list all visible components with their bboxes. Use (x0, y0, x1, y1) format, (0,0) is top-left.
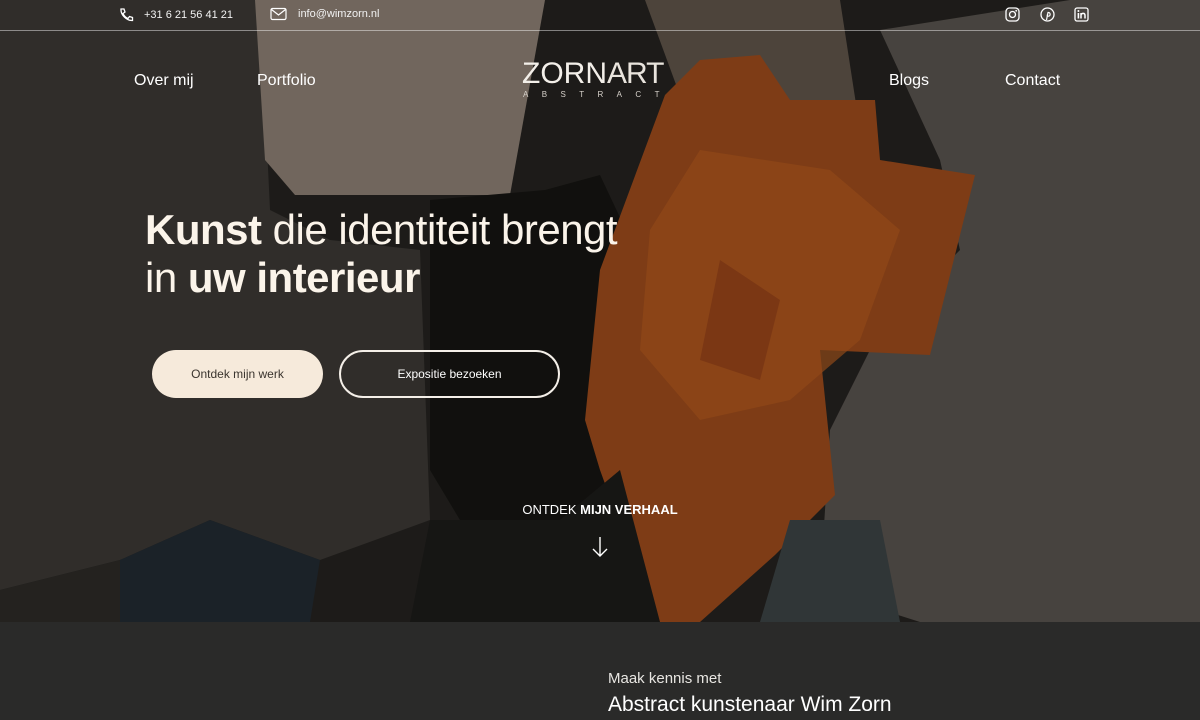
site-logo[interactable]: ZORNART ABSTRACT (522, 57, 682, 100)
instagram-icon[interactable] (1005, 7, 1020, 22)
linkedin-icon[interactable] (1074, 7, 1089, 22)
intro-section: Maak kennis met Abstract kunstenaar Wim … (608, 670, 892, 717)
arrow-down-icon[interactable] (590, 536, 610, 558)
logo-subtitle: ABSTRACT (523, 90, 673, 99)
email-link[interactable]: info@wimzorn.nl (270, 7, 379, 21)
nav-blogs[interactable]: Blogs (889, 72, 929, 90)
headline-bold-interieur: uw interieur (187, 254, 421, 301)
intro-kicker: Maak kennis met (608, 670, 722, 687)
headline-bold-kunst: Kunst (145, 206, 262, 253)
nav-portfolio[interactable]: Portfolio (257, 72, 316, 90)
intro-title: Abstract kunstenaar Wim Zorn (608, 693, 892, 716)
discover-light-text: ONTDEK (522, 502, 577, 517)
discover-work-button[interactable]: Ontdek mijn werk (152, 350, 323, 398)
pinterest-icon[interactable] (1040, 7, 1055, 22)
nav-over-mij[interactable]: Over mij (134, 72, 194, 90)
envelope-icon (270, 7, 287, 21)
discover-bold-text: MIJN VERHAAL (580, 502, 678, 517)
headline-line1-rest: die identiteit brengt (272, 206, 618, 253)
hero-headline: Kunst die identiteit brengt in uw interi… (145, 206, 618, 302)
logo-bold-text: ZORN (522, 57, 607, 90)
visit-exhibition-button[interactable]: Expositie bezoeken (339, 350, 560, 398)
phone-number: +31 6 21 56 41 21 (144, 9, 233, 21)
hero-section: +31 6 21 56 41 21 info@wimzorn.nl Over m… (0, 0, 1200, 622)
logo-light-text: ART (607, 57, 664, 90)
email-address: info@wimzorn.nl (298, 8, 380, 20)
discover-story-link[interactable]: ONTDEK MIJN VERHAAL (0, 502, 1200, 517)
phone-icon (120, 8, 134, 22)
phone-link[interactable]: +31 6 21 56 41 21 (118, 7, 233, 23)
nav-contact[interactable]: Contact (1005, 72, 1060, 90)
top-contact-bar: +31 6 21 56 41 21 info@wimzorn.nl (0, 0, 1200, 31)
headline-line2-prefix: in (145, 254, 177, 301)
